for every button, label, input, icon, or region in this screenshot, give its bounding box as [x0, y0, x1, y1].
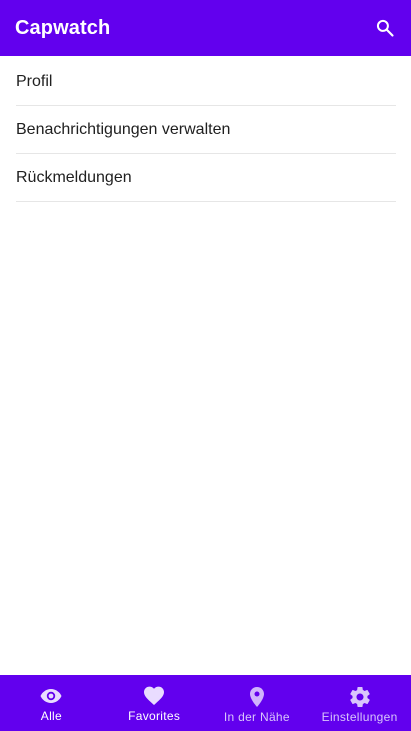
- bottom-navigation: Alle Favorites In der Nähe Einstellungen: [0, 675, 411, 731]
- app-title: Capwatch: [15, 16, 111, 39]
- nav-item-alle[interactable]: Alle: [0, 675, 103, 731]
- location-pin-icon: [245, 685, 269, 709]
- nav-item-einstellungen[interactable]: Einstellungen: [308, 675, 411, 731]
- gear-icon: [348, 685, 372, 709]
- nav-label: Einstellungen: [321, 710, 398, 724]
- settings-item-notifications[interactable]: Benachrichtigungen verwalten: [16, 106, 396, 154]
- heart-icon: [142, 684, 166, 708]
- settings-item-feedback[interactable]: Rückmeldungen: [16, 154, 396, 202]
- nav-label: Alle: [40, 709, 62, 723]
- settings-list: Profil Benachrichtigungen verwalten Rück…: [16, 58, 396, 202]
- search-button[interactable]: [373, 16, 397, 40]
- nav-item-favorites[interactable]: Favorites: [103, 675, 206, 731]
- settings-item-profil[interactable]: Profil: [16, 58, 396, 106]
- nav-label: Favorites: [128, 709, 181, 723]
- search-icon: [376, 19, 394, 37]
- settings-item-label: Profil: [16, 72, 53, 90]
- nav-label: In der Nähe: [223, 710, 290, 724]
- settings-item-label: Benachrichtigungen verwalten: [16, 120, 231, 138]
- eye-icon: [39, 684, 63, 708]
- nav-item-nearby[interactable]: In der Nähe: [206, 675, 309, 731]
- app-bar: Capwatch: [0, 0, 411, 56]
- settings-item-label: Rückmeldungen: [16, 168, 132, 186]
